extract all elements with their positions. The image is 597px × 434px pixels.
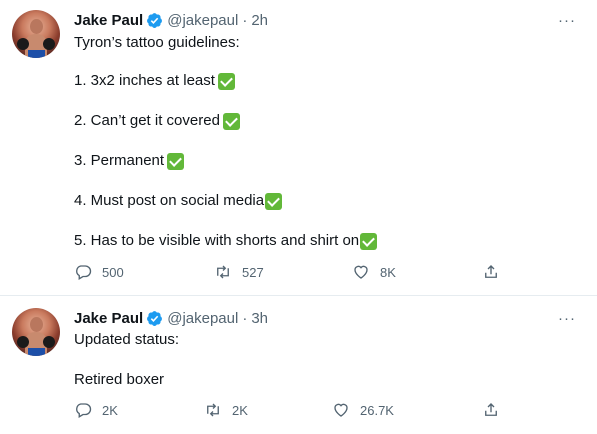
author-name[interactable]: Jake Paul [74,310,143,327]
avatar[interactable] [12,308,60,356]
verified-badge-icon [147,12,163,28]
tweet[interactable]: Jake Paul @jakepaul · 2h ··· Tyron’s tat… [0,0,597,296]
retweet-icon [207,403,219,417]
tweet-text-line: Retired boxer [74,371,165,388]
more-options-icon[interactable]: ··· [555,308,579,328]
reply-button[interactable]: 500 [74,262,124,282]
reply-icon [76,265,92,280]
retweet-count: 2K [232,402,248,418]
reply-button[interactable]: 2K [74,400,118,420]
reply-icon [76,403,92,418]
more-options-icon[interactable]: ··· [555,10,579,30]
tweet-actions: 2K 2K 26.7K [74,400,514,420]
reply-count: 500 [102,264,124,280]
share-button[interactable] [482,400,500,420]
verified-badge-icon [147,310,163,326]
tweet-header: Jake Paul @jakepaul · 3h [74,308,268,328]
like-button[interactable]: 8K [352,262,396,282]
retweet-count: 527 [242,264,264,280]
check-mark-icon [360,232,378,250]
check-mark-icon [167,152,185,170]
share-icon [485,403,497,416]
check-mark-icon [217,72,235,90]
author-name[interactable]: Jake Paul [74,12,143,29]
like-count: 26.7K [360,402,394,418]
tweet-text-line: 2. Can’t get it covered [74,111,240,131]
like-count: 8K [380,264,396,280]
retweet-button[interactable]: 527 [214,262,264,282]
timestamp[interactable]: 3h [251,310,268,327]
tweet[interactable]: Jake Paul @jakepaul · 3h ··· Updated sta… [0,296,597,434]
timestamp[interactable]: 2h [251,12,268,29]
heart-icon [354,265,368,279]
author-handle[interactable]: @jakepaul [167,310,238,327]
heart-icon [334,403,348,417]
tweet-text-line: Updated status: [74,331,180,348]
separator-dot: · [242,11,248,29]
tweet-actions: 500 527 8K [74,262,514,282]
separator-dot: · [242,309,248,327]
avatar[interactable] [12,10,60,58]
author-handle[interactable]: @jakepaul [167,12,238,29]
share-icon [485,265,497,278]
check-mark-icon [265,192,283,210]
tweet-text-line: Tyron’s tattoo guidelines: [74,34,240,51]
tweet-header: Jake Paul @jakepaul · 2h [74,10,268,30]
reply-count: 2K [102,402,118,418]
tweet-text-line: 5. Has to be visible with shorts and shi… [74,231,378,251]
check-mark-icon [222,112,240,130]
tweet-text-line: 1. 3x2 inches at least [74,71,235,91]
tweet-text-line: 3. Permanent [74,151,185,171]
share-button[interactable] [482,262,500,282]
tweet-text-line: 4. Must post on social media [74,191,283,211]
like-button[interactable]: 26.7K [332,400,394,420]
retweet-icon [217,265,229,279]
retweet-button[interactable]: 2K [204,400,248,420]
